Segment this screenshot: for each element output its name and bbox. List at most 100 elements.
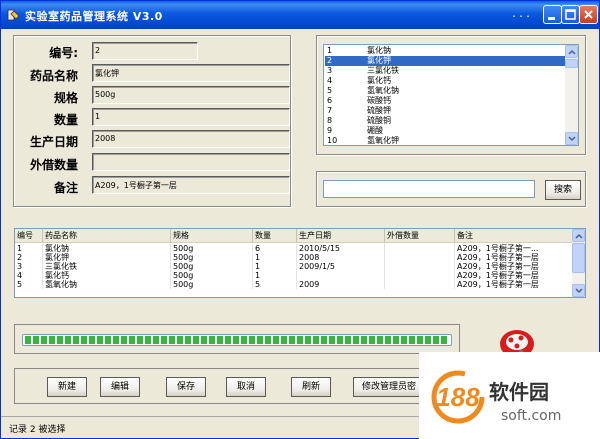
- cell-id: 5: [15, 280, 43, 289]
- listbox-scrollbar[interactable]: [565, 45, 578, 145]
- close-icon: [584, 10, 593, 19]
- search-input[interactable]: [323, 180, 535, 198]
- scroll-thumb[interactable]: [565, 59, 578, 68]
- title-ellipsis: ...: [511, 9, 533, 20]
- cell-date: 2010/5/15: [297, 244, 385, 253]
- list-item-number: 8: [327, 116, 333, 125]
- list-item-name: 氯化钠: [367, 46, 391, 55]
- column-header-lend[interactable]: 外借数量: [385, 229, 455, 243]
- list-item-number: 7: [327, 106, 333, 115]
- column-header-quantity[interactable]: 数量: [253, 229, 297, 243]
- table-row[interactable]: 3 三氯化铁 500g 1 2009/1/5 A209，1号橱子第一层: [15, 262, 573, 271]
- list-item[interactable]: 8 硫酸铜: [325, 116, 565, 126]
- cancel-button[interactable]: 取消: [226, 377, 266, 397]
- list-item[interactable]: 7 硫酸钾: [325, 106, 565, 116]
- list-item-name: 三氯化铁: [367, 66, 399, 75]
- cell-name: 氯化钠: [43, 244, 171, 253]
- column-header-remark[interactable]: 备注: [455, 229, 573, 243]
- new-button[interactable]: 新建: [47, 377, 87, 397]
- spec-field[interactable]: 500g: [92, 86, 290, 104]
- refresh-button[interactable]: 刷新: [291, 377, 331, 397]
- cell-name: 三氯化铁: [43, 262, 171, 271]
- cell-spec: 500g: [171, 253, 253, 262]
- list-item[interactable]: 4 氯化钙: [325, 76, 565, 86]
- cell-quantity: 1: [253, 262, 297, 271]
- save-button[interactable]: 保存: [166, 377, 206, 397]
- drug-name-field[interactable]: 氯化钾: [92, 64, 290, 82]
- production-date-field[interactable]: 2008: [92, 130, 290, 148]
- column-header-spec[interactable]: 规格: [171, 229, 253, 243]
- table-row[interactable]: 5 氢氧化钠 500g 5 2009 A209，1号橱子第一层: [15, 280, 573, 289]
- cell-spec: 500g: [171, 244, 253, 253]
- list-item-number: 10: [327, 136, 338, 145]
- list-item-number: 5: [327, 86, 333, 95]
- cell-date: 2008: [297, 253, 385, 262]
- scroll-down-button[interactable]: [565, 132, 578, 145]
- table-scroll-down-button[interactable]: [572, 284, 585, 297]
- cell-date: 2009/1/5: [297, 262, 385, 271]
- scroll-up-button[interactable]: [565, 45, 578, 58]
- lend-quantity-field[interactable]: [92, 153, 290, 171]
- table-scrollbar[interactable]: [572, 229, 585, 297]
- column-header-date[interactable]: 生产日期: [297, 229, 385, 243]
- table-row[interactable]: 2 氯化钾 500g 1 2008 A209，1号橱子第一层: [15, 253, 573, 262]
- table-row[interactable]: 1 氯化钠 500g 6 2010/5/15 A209，1号橱子第一...: [15, 244, 573, 253]
- list-item-name: 氢氧化钾: [367, 136, 399, 145]
- cell-lend: [385, 271, 455, 280]
- app-icon: [7, 9, 20, 21]
- list-item-name: 硼酸: [367, 126, 383, 135]
- list-item[interactable]: 2 氯化钾: [325, 56, 565, 66]
- cell-quantity: 5: [253, 280, 297, 289]
- maximize-icon: [565, 9, 576, 20]
- cell-spec: 500g: [171, 280, 253, 289]
- column-header-name[interactable]: 药品名称: [43, 229, 171, 243]
- close-button[interactable]: [579, 5, 598, 24]
- cell-id: 1: [15, 244, 43, 253]
- list-item[interactable]: 3 三氯化铁: [325, 66, 565, 76]
- list-item[interactable]: 10 氢氧化钾: [325, 136, 565, 146]
- cell-quantity: 1: [253, 253, 297, 262]
- cell-id: 4: [15, 271, 43, 280]
- drug-table[interactable]: 编号 药品名称 规格 数量 生产日期 外借数量 备注 1 氯化钠 500g 6 2010…: [14, 228, 586, 298]
- list-item-number: 3: [327, 66, 333, 75]
- title-bar[interactable]: 实验室药品管理系统 V3.0 ...: [1, 1, 599, 29]
- watermark-brand: 软件园: [489, 380, 549, 404]
- cell-lend: [385, 262, 455, 271]
- search-button[interactable]: 搜索: [545, 180, 581, 200]
- list-item[interactable]: 6 碳酸钙: [325, 96, 565, 106]
- drug-listbox[interactable]: 1 氯化钠 2 氯化钾 3 三氯化铁 4 氯化钙 5 氢氧化钠 6 碳酸钙 7 硫酸钾 8 硫酸铜 9 硼酸 10 氢…: [323, 44, 579, 146]
- minimize-button[interactable]: [543, 5, 562, 24]
- minimize-icon: [548, 17, 555, 20]
- list-item-number: 6: [327, 96, 333, 105]
- watermark-url: soft.com: [501, 408, 562, 424]
- id-label: 编号:: [49, 46, 78, 60]
- cell-spec: 500g: [171, 271, 253, 280]
- list-item[interactable]: 9 硼酸: [325, 126, 565, 136]
- list-item-name: 硫酸钾: [367, 106, 391, 115]
- list-item[interactable]: 5 氢氧化钠: [325, 86, 565, 96]
- table-scroll-up-button[interactable]: [572, 229, 585, 242]
- cell-lend: [385, 280, 455, 289]
- list-item[interactable]: 1 氯化钠: [325, 46, 565, 56]
- list-item-name: 氢氧化钠: [367, 86, 399, 95]
- cell-remark: A209，1号橱子第一层: [455, 253, 573, 262]
- edit-button[interactable]: 编辑: [100, 377, 140, 397]
- window-title: 实验室药品管理系统 V3.0: [25, 10, 163, 23]
- cell-id: 3: [15, 262, 43, 271]
- maximize-button[interactable]: [561, 5, 580, 24]
- change-password-button[interactable]: 修改管理员密: [353, 377, 425, 397]
- cell-remark: A209，1号橱子第一层: [455, 271, 573, 280]
- remark-field[interactable]: A209，1号橱子第一层: [92, 176, 290, 194]
- table-row[interactable]: 4 氯化钙 500g 1 A209，1号橱子第一层: [15, 271, 573, 280]
- table-scroll-thumb[interactable]: [572, 243, 585, 273]
- chevron-up-icon: [575, 233, 583, 239]
- cell-id: 2: [15, 253, 43, 262]
- brand-logo-icon: 188: [431, 370, 485, 424]
- quantity-field[interactable]: 1: [92, 108, 290, 126]
- column-header-id[interactable]: 编号: [15, 229, 43, 243]
- id-field[interactable]: 2: [92, 42, 198, 60]
- list-item-name: 氯化钾: [367, 56, 391, 65]
- remark-label: 备注: [53, 181, 78, 195]
- cell-name: 氯化钙: [43, 271, 171, 280]
- chevron-down-icon: [568, 136, 576, 142]
